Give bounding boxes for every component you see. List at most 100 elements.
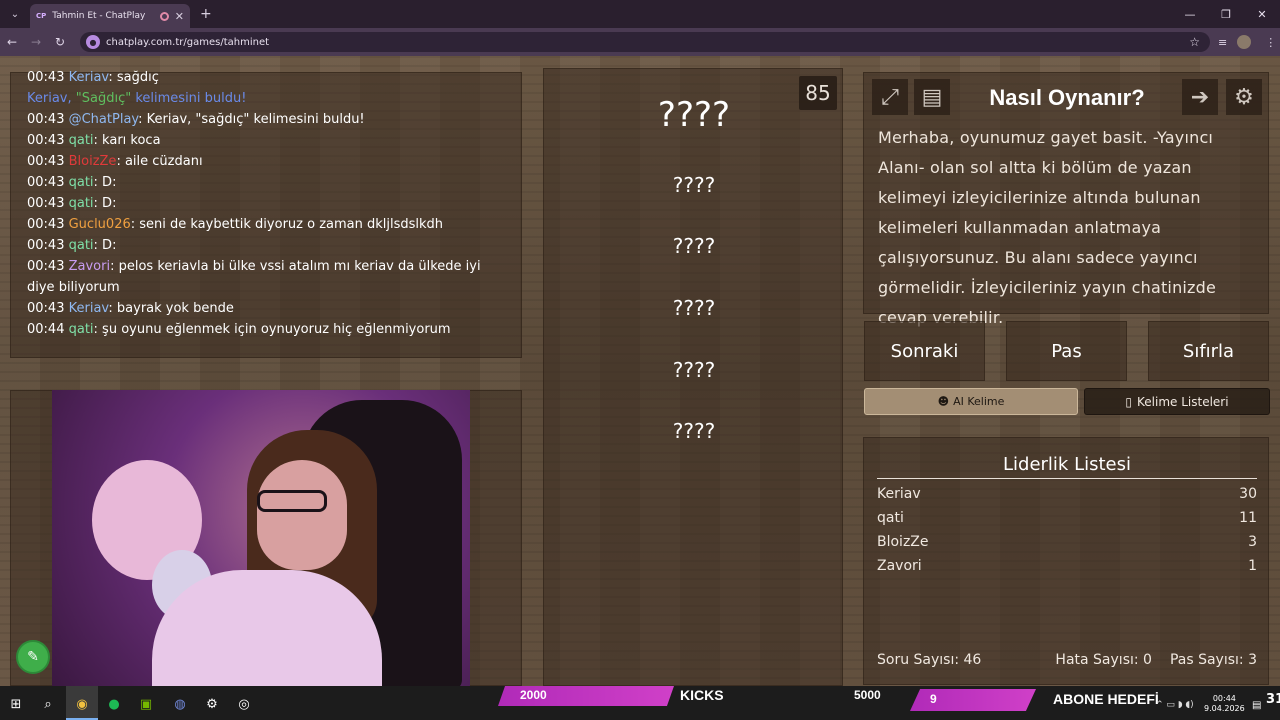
obs-icon[interactable]: ◎ bbox=[234, 694, 254, 714]
player-score: 3 bbox=[1248, 534, 1257, 550]
close-tab-icon[interactable]: ✕ bbox=[175, 10, 184, 23]
player-score: 30 bbox=[1239, 486, 1257, 502]
taskbar-clock[interactable]: 00:44 9.04.2026 bbox=[1204, 694, 1245, 714]
streamer-face bbox=[257, 460, 347, 570]
message-text: : D: bbox=[93, 175, 117, 190]
restore-icon[interactable]: ❐ bbox=[1208, 0, 1244, 28]
clock-date: 9.04.2026 bbox=[1204, 704, 1245, 713]
reset-button[interactable]: Sıfırla bbox=[1148, 321, 1269, 381]
forbidden-word: ???? bbox=[672, 234, 716, 258]
gear-icon[interactable]: ⚙ bbox=[1226, 79, 1262, 115]
message-text: : D: bbox=[93, 196, 117, 211]
message-user[interactable]: qati bbox=[69, 133, 94, 148]
word-lists-button[interactable]: ▯ Kelime Listeleri bbox=[1084, 388, 1270, 415]
found-word: "Sağdıç" bbox=[75, 91, 132, 106]
kicks-goal-target: 5000 bbox=[854, 688, 881, 702]
divider bbox=[877, 478, 1257, 479]
search-icon[interactable]: ⌕ bbox=[38, 694, 58, 714]
message-user[interactable]: qati bbox=[69, 238, 94, 253]
windows-start-icon[interactable]: ⊞ bbox=[6, 694, 26, 714]
kicks-goal-label: KICKS bbox=[680, 687, 724, 703]
chat-messages: 00:43 Keriav: sağdıç Keriav, "Sağdıç" kel… bbox=[27, 67, 505, 340]
chat-message: 00:43 BloizZe: aile cüzdanı bbox=[27, 151, 505, 172]
ai-word-button[interactable]: ☻ AI Kelime bbox=[864, 388, 1078, 415]
message-user[interactable]: Keriav bbox=[69, 70, 109, 85]
chat-message: 00:43 qati: karı koca bbox=[27, 130, 505, 151]
word-panel: ???? ???? ???? ???? ???? ???? bbox=[543, 68, 843, 686]
message-user[interactable]: qati bbox=[69, 175, 94, 190]
bookmark-star-icon[interactable]: ☆ bbox=[1189, 35, 1200, 49]
back-icon[interactable]: ← bbox=[0, 35, 24, 49]
player-score: 11 bbox=[1239, 510, 1257, 526]
how-to-play-text: Merhaba, oyunumuz gayet basit. -Yayıncı … bbox=[878, 128, 1217, 327]
message-user[interactable]: qati bbox=[69, 322, 94, 337]
url-text: chatplay.com.tr/games/tahminet bbox=[106, 36, 270, 48]
browser-tabbar: ⌄ CP Tahmin Et - ChatPlay ✕ + — ❐ ✕ bbox=[0, 0, 1280, 28]
message-time: 00:43 bbox=[27, 238, 65, 253]
message-time: 00:43 bbox=[27, 301, 65, 316]
chrome-icon[interactable]: ◉ bbox=[72, 694, 92, 714]
chat-message: 00:43 qati: D: bbox=[27, 235, 505, 256]
chat-panel: 00:43 Keriav: sağdıç Keriav, "Sağdıç" kel… bbox=[10, 70, 522, 358]
chat-message: 00:43 Keriav: bayrak yok bende bbox=[27, 298, 505, 319]
clipboard-icon: ▯ bbox=[1125, 394, 1133, 409]
forward-icon[interactable]: → bbox=[24, 35, 48, 49]
message-time: 00:43 bbox=[27, 259, 65, 274]
message-time: 00:43 bbox=[27, 217, 65, 232]
game-stats: Soru Sayısı: 46 Hata Sayısı: 0 Pas Sayıs… bbox=[877, 652, 1257, 668]
leaderboard-row: qati 11 bbox=[877, 510, 1257, 532]
message-user[interactable]: BloizZe bbox=[69, 154, 117, 169]
message-user[interactable]: @ChatPlay bbox=[69, 112, 139, 127]
error-count: Hata Sayısı: 0 bbox=[1055, 652, 1152, 668]
kicks-goal-value: 2000 bbox=[520, 688, 547, 702]
message-text: : aile cüzdanı bbox=[116, 154, 203, 169]
sub-goal-value: 9 bbox=[930, 692, 937, 706]
nvidia-icon[interactable]: ▣ bbox=[136, 694, 156, 714]
system-text: kelimesini buldu! bbox=[131, 91, 247, 106]
browser-tab[interactable]: CP Tahmin Et - ChatPlay ✕ bbox=[30, 4, 190, 28]
new-tab-icon[interactable]: + bbox=[200, 6, 212, 22]
minimize-icon[interactable]: — bbox=[1172, 0, 1208, 28]
reading-list-icon[interactable]: ≡ bbox=[1218, 36, 1227, 49]
chat-message: 00:43 Keriav: sağdıç bbox=[27, 67, 505, 88]
url-input[interactable]: ● chatplay.com.tr/games/tahminet ☆ bbox=[80, 32, 1210, 52]
message-user[interactable]: Guclu026 bbox=[69, 217, 131, 232]
discord-icon[interactable]: ◍ bbox=[170, 694, 190, 714]
leaderboard-title: Liderlik Listesi bbox=[1003, 454, 1131, 475]
browser-menu-icon[interactable]: ⋮ bbox=[1265, 36, 1276, 49]
settings-icon[interactable]: ⚙ bbox=[202, 694, 222, 714]
message-text: : seni de kaybettik diyoruz o zaman dklj… bbox=[130, 217, 444, 232]
forbidden-word: ???? bbox=[672, 173, 716, 197]
site-info-icon[interactable]: ● bbox=[86, 35, 100, 49]
message-time: 00:43 bbox=[27, 112, 65, 127]
edit-pencil-button[interactable]: ✎ bbox=[16, 640, 50, 674]
tab-search-icon[interactable]: ⌄ bbox=[4, 4, 26, 24]
reload-icon[interactable]: ↻ bbox=[48, 35, 72, 49]
how-to-play-header: ⤢ ▤ Nasıl Oynanır? ➔ ⚙ bbox=[864, 73, 1270, 123]
chat-message: 00:43 Guclu026: seni de kaybettik diyoru… bbox=[27, 214, 505, 235]
webcam-feed bbox=[52, 390, 470, 686]
clock-time: 00:44 bbox=[1212, 694, 1236, 703]
chat-message: 00:44 qati: şu oyunu eğlenmek için oynuy… bbox=[27, 319, 505, 340]
message-time: 00:43 bbox=[27, 70, 65, 85]
exit-icon[interactable]: ➔ bbox=[1182, 79, 1218, 115]
system-tray-icons[interactable]: ⌃ ▭ ◗ ◖) bbox=[1156, 700, 1194, 710]
message-time: 00:43 bbox=[27, 196, 65, 211]
forbidden-word: ???? bbox=[672, 358, 716, 382]
spotify-icon[interactable]: ● bbox=[104, 694, 124, 714]
recording-icon bbox=[159, 11, 169, 21]
profile-avatar[interactable] bbox=[1237, 35, 1252, 49]
chat-message: 00:43 qati: D: bbox=[27, 172, 505, 193]
leaderboard-panel: Liderlik Listesi Keriav 30 qati 11 BloizZe 3 Z… bbox=[863, 437, 1269, 685]
forbidden-word: ???? bbox=[672, 296, 716, 320]
message-user[interactable]: qati bbox=[69, 196, 94, 211]
notification-icon[interactable]: ▤ bbox=[1252, 700, 1261, 711]
pass-button[interactable]: Pas bbox=[1006, 321, 1127, 381]
leaderboard-row: Keriav 30 bbox=[877, 486, 1257, 508]
next-button[interactable]: Sonraki bbox=[864, 321, 985, 381]
message-text: : şu oyunu eğlenmek için oynuyoruz hiç e… bbox=[93, 322, 451, 337]
message-user[interactable]: Zavori bbox=[69, 259, 110, 274]
message-user[interactable]: Keriav bbox=[69, 301, 109, 316]
message-text: : D: bbox=[93, 238, 117, 253]
close-window-icon[interactable]: ✕ bbox=[1244, 0, 1280, 28]
